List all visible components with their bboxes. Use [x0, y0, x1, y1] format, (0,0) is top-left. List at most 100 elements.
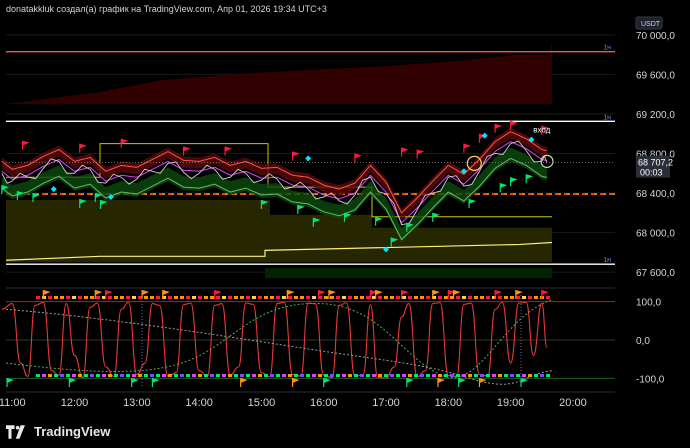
chart-canvas[interactable]: 1н1н1нвход70 000,069 600,069 200,068 800…: [0, 0, 690, 448]
signal-strip-bottom: [378, 374, 382, 377]
signal-strip-bottom: [192, 374, 196, 377]
signal-strip-top: [348, 296, 352, 299]
currency-label: USDT: [641, 21, 661, 28]
price-level-label: 1н: [603, 257, 611, 264]
signal-strip-top: [84, 296, 88, 299]
oscillator-axis-tick: 0,0: [636, 336, 650, 347]
signal-strip-bottom: [492, 374, 496, 377]
signal-strip-bottom: [366, 374, 370, 377]
signal-strip-bottom: [432, 374, 436, 377]
signal-strip-top: [54, 296, 58, 299]
signal-strip-bottom: [216, 374, 220, 377]
signal-strip-top: [252, 296, 256, 299]
signal-strip-top: [228, 296, 232, 299]
signal-strip-top: [36, 296, 40, 299]
signal-strip-top: [468, 296, 472, 299]
time-axis-tick: 19:00: [497, 397, 525, 409]
price-axis-tick: 69 600,0: [636, 70, 675, 81]
signal-strip-top: [408, 296, 412, 299]
signal-strip-top: [498, 296, 502, 299]
signal-strip-bottom: [486, 374, 490, 377]
signal-strip-bottom: [510, 374, 514, 377]
signal-strip-top: [522, 296, 526, 299]
signal-strip-top: [150, 296, 154, 299]
signal-strip-bottom: [60, 374, 64, 377]
signal-strip-bottom: [162, 374, 166, 377]
signal-strip-top: [216, 296, 220, 299]
signal-strip-top: [90, 296, 94, 299]
signal-strip-bottom: [330, 374, 334, 377]
signal-strip-bottom: [264, 374, 268, 377]
signal-strip-bottom: [120, 374, 124, 377]
signal-strip-top: [426, 296, 430, 299]
signal-strip-top: [180, 296, 184, 299]
signal-strip-top: [144, 296, 148, 299]
signal-strip-top: [486, 296, 490, 299]
signal-strip-top: [480, 296, 484, 299]
signal-strip-bottom: [234, 374, 238, 377]
signal-strip-bottom: [72, 374, 76, 377]
time-axis-tick: 16:00: [310, 397, 338, 409]
price-axis-tick: 70 000,0: [636, 31, 675, 42]
signal-strip-bottom: [420, 374, 424, 377]
signal-strip-top: [168, 296, 172, 299]
signal-strip-bottom: [396, 374, 400, 377]
signal-strip-top: [456, 296, 460, 299]
signal-strip-top: [546, 296, 550, 299]
signal-strip-bottom: [462, 374, 466, 377]
signal-strip-bottom: [156, 374, 160, 377]
signal-strip-bottom: [438, 374, 442, 377]
signal-strip-top: [114, 296, 118, 299]
signal-strip-bottom: [144, 374, 148, 377]
oscillator-axis-tick: -100,0: [636, 374, 665, 385]
signal-strip-bottom: [66, 374, 70, 377]
signal-strip-bottom: [480, 374, 484, 377]
signal-strip-top: [78, 296, 82, 299]
signal-strip-top: [534, 296, 538, 299]
signal-strip-bottom: [522, 374, 526, 377]
signal-strip-bottom: [174, 374, 178, 377]
signal-strip-top: [288, 296, 292, 299]
signal-strip-top: [366, 296, 370, 299]
signal-strip-bottom: [426, 374, 430, 377]
signal-strip-top: [474, 296, 478, 299]
signal-strip-bottom: [222, 374, 226, 377]
signal-strip-top: [444, 296, 448, 299]
signal-strip-top: [342, 296, 346, 299]
signal-strip-bottom: [390, 374, 394, 377]
signal-strip-top: [294, 296, 298, 299]
tradingview-logo[interactable]: TradingView: [6, 424, 110, 439]
time-axis-tick: 11:00: [0, 397, 26, 409]
signal-strip-top: [390, 296, 394, 299]
signal-strip-top: [276, 296, 280, 299]
signal-strip-bottom: [276, 374, 280, 377]
signal-strip-bottom: [546, 374, 550, 377]
signal-strip-bottom: [108, 374, 112, 377]
tradingview-logo-icon: [6, 424, 25, 439]
signal-strip-bottom: [240, 374, 244, 377]
signal-strip-bottom: [42, 374, 46, 377]
signal-strip-bottom: [342, 374, 346, 377]
signal-strip-top: [222, 296, 226, 299]
signal-strip-top: [60, 296, 64, 299]
tradingview-logo-text: TradingView: [34, 424, 111, 439]
signal-strip-bottom: [354, 374, 358, 377]
signal-strip-bottom: [198, 374, 202, 377]
signal-strip-top: [282, 296, 286, 299]
time-axis-tick: 18:00: [435, 397, 463, 409]
signal-strip-bottom: [348, 374, 352, 377]
signal-strip-bottom: [408, 374, 412, 377]
time-axis-tick: 12:00: [61, 397, 89, 409]
signal-strip-top: [264, 296, 268, 299]
signal-strip-top: [270, 296, 274, 299]
signal-strip-bottom: [54, 374, 58, 377]
time-axis-tick: 14:00: [185, 397, 213, 409]
signal-strip-bottom: [102, 374, 106, 377]
signal-strip-top: [306, 296, 310, 299]
signal-strip-top: [396, 296, 400, 299]
signal-strip-top: [48, 296, 52, 299]
signal-strip-top: [354, 296, 358, 299]
price-axis-tick: 68 000,0: [636, 229, 675, 240]
signal-strip-top: [240, 296, 244, 299]
signal-strip-top: [510, 296, 514, 299]
